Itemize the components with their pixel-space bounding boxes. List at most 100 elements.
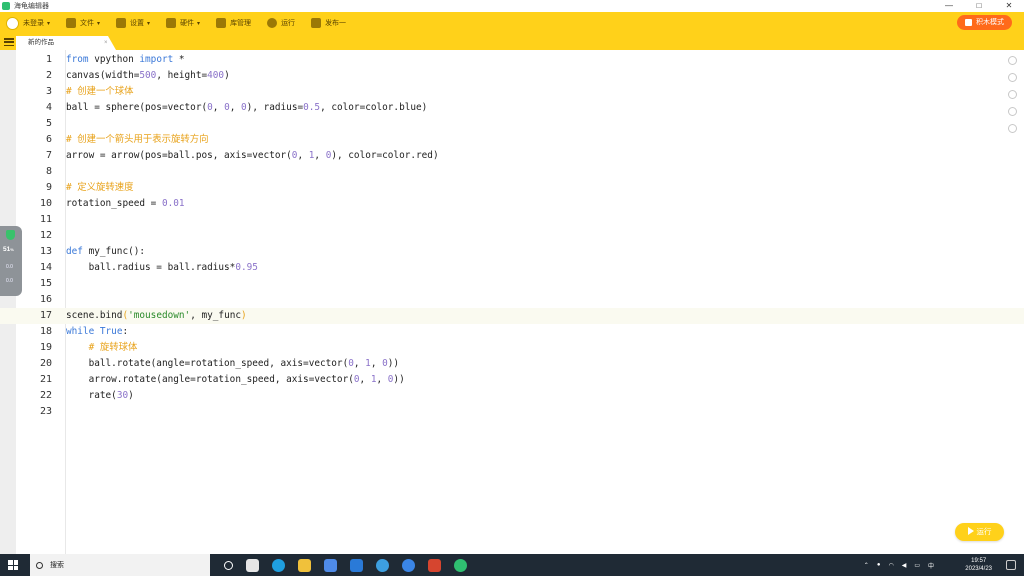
maximize-button[interactable]: □ — [964, 0, 994, 12]
line-number: 9 — [45, 182, 52, 193]
zoom-in-icon[interactable] — [1008, 90, 1017, 99]
taskbar-apps — [224, 558, 480, 572]
code-text[interactable]: ball = sphere(pos=vector(0, 0, 0), radiu… — [66, 100, 427, 116]
run-button[interactable]: 运行 — [955, 523, 1004, 541]
code-line[interactable]: 22 rate(30) — [0, 388, 1024, 404]
clock-date: 2023/4/23 — [965, 566, 992, 572]
code-line[interactable]: 5 — [0, 116, 1024, 132]
download-speed: 0.0 — [6, 278, 13, 284]
code-line[interactable]: 4 ball = sphere(pos=vector(0, 0, 0), radi… — [0, 100, 1024, 116]
code-line[interactable]: 11 — [0, 212, 1024, 228]
mic-icon[interactable]: ● — [877, 562, 881, 568]
code-text[interactable]: from vpython import * — [66, 52, 185, 68]
code-text[interactable]: # 创建一个球体 — [66, 84, 134, 100]
code-text[interactable]: ball.radius = ball.radius*0.95 — [66, 260, 258, 276]
code-line[interactable]: 10 rotation_speed = 0.01 — [0, 196, 1024, 212]
line-number: 7 — [45, 150, 52, 161]
code-line[interactable]: 18 while True: — [0, 324, 1024, 340]
menu-settings[interactable]: 设置 ▾ — [116, 12, 150, 34]
k-app-icon[interactable] — [402, 558, 415, 572]
menu-library-label: 库管理 — [230, 20, 252, 27]
task-view-icon[interactable] — [246, 558, 259, 572]
code-text[interactable]: # 定义旋转速度 — [66, 180, 134, 196]
taskbar-search-input[interactable]: 搜索 — [30, 554, 210, 576]
code-text[interactable]: # 旋转球体 — [66, 340, 138, 356]
powerpoint-icon[interactable] — [428, 558, 441, 572]
system-monitor-widget[interactable]: 51% 0.0 0.0 — [0, 226, 22, 296]
turtle-editor-taskbar-icon[interactable] — [454, 558, 467, 572]
code-text[interactable]: while True: — [66, 324, 128, 340]
code-text[interactable]: rotation_speed = 0.01 — [66, 196, 185, 212]
code-line[interactable]: 20 ball.rotate(angle=rotation_speed, axi… — [0, 356, 1024, 372]
window-title: 海龟编辑器 — [14, 3, 49, 10]
code-line[interactable]: 13 def my_func(): — [0, 244, 1024, 260]
block-mode-button[interactable]: 积木模式 — [957, 15, 1012, 30]
code-text[interactable]: arrow = arrow(pos=ball.pos, axis=vector(… — [66, 148, 439, 164]
menu-library[interactable]: 库管理 — [216, 12, 251, 34]
code-line[interactable]: 3 # 创建一个球体 — [0, 84, 1024, 100]
ime-indicator[interactable]: 中 — [928, 561, 934, 570]
menu-publish[interactable]: 发布一 — [311, 12, 346, 34]
code-line[interactable]: 15 — [0, 276, 1024, 292]
code-text[interactable]: ball.rotate(angle=rotation_speed, axis=v… — [66, 356, 400, 372]
menu-file[interactable]: 文件 ▾ — [66, 12, 100, 34]
code-text[interactable]: # 创建一个箭头用于表示旋转方向 — [66, 132, 209, 148]
line-number: 21 — [39, 374, 52, 385]
title-bar: 海龟编辑器 — □ ✕ — [0, 0, 1024, 12]
line-number: 3 — [45, 86, 52, 97]
store-icon[interactable] — [324, 558, 337, 572]
code-text[interactable]: def my_func(): — [66, 244, 145, 260]
redo-icon[interactable] — [1008, 73, 1017, 82]
edge-browser-icon[interactable] — [272, 558, 285, 572]
chevron-up-icon[interactable]: ⌃ — [864, 562, 869, 569]
menu-run[interactable]: 运行 — [267, 12, 295, 34]
cortana-icon[interactable] — [224, 560, 233, 570]
code-line[interactable]: 8 — [0, 164, 1024, 180]
format-icon[interactable] — [1008, 107, 1017, 116]
code-line[interactable]: 6 # 创建一个箭头用于表示旋转方向 — [0, 132, 1024, 148]
code-line[interactable]: 16 — [0, 292, 1024, 308]
code-text[interactable]: rate(30) — [66, 388, 134, 404]
keyboard-icon[interactable]: ▭ — [914, 562, 920, 569]
close-tab-icon[interactable]: × — [104, 36, 108, 50]
code-text[interactable]: arrow.rotate(angle=rotation_speed, axis=… — [66, 372, 405, 388]
menu-hardware[interactable]: 硬件 ▾ — [166, 12, 200, 34]
code-line[interactable]: 9 # 定义旋转速度 — [0, 180, 1024, 196]
minimize-button[interactable]: — — [934, 0, 964, 12]
menu-icon[interactable] — [4, 38, 14, 46]
code-line[interactable]: 23 — [0, 404, 1024, 420]
code-line[interactable]: 21 arrow.rotate(angle=rotation_speed, ax… — [0, 372, 1024, 388]
code-text[interactable]: scene.bind('mousedown', my_func) — [66, 308, 247, 324]
code-line[interactable]: 12 — [0, 228, 1024, 244]
code-line[interactable]: 1 from vpython import * — [0, 52, 1024, 68]
code-line[interactable]: 14 ball.radius = ball.radius*0.95 — [0, 260, 1024, 276]
search-icon — [36, 561, 43, 569]
network-icon[interactable]: ◠ — [888, 562, 893, 569]
tab-new-work[interactable]: 新的作品 × — [16, 36, 116, 50]
code-line[interactable]: 2 canvas(width=500, height=400) — [0, 68, 1024, 84]
code-editor[interactable]: 1 from vpython import * 2 canvas(width=500,… — [0, 50, 1024, 554]
gear-icon — [116, 18, 127, 28]
menu-bar: 未登录 ▾ 文件 ▾ 设置 ▾ 硬件 ▾ 库管理 运行 发布一 — [0, 12, 1024, 34]
code-text[interactable]: canvas(width=500, height=400) — [66, 68, 230, 84]
line-number: 18 — [39, 326, 52, 337]
notification-icon[interactable] — [1006, 560, 1016, 570]
zoom-out-icon[interactable] — [1008, 124, 1017, 133]
chevron-down-icon: ▾ — [97, 20, 101, 27]
window-controls: — □ ✕ — [934, 0, 1024, 12]
code-line[interactable]: 17 scene.bind('mousedown', my_func) — [0, 308, 1024, 324]
file-explorer-icon[interactable] — [298, 558, 311, 572]
line-number: 16 — [39, 294, 52, 305]
code-line[interactable]: 19 # 旋转球体 — [0, 340, 1024, 356]
windows-start-icon[interactable] — [8, 560, 18, 570]
code-line[interactable]: 7 arrow = arrow(pos=ball.pos, axis=vector… — [0, 148, 1024, 164]
menu-login[interactable]: 未登录 ▾ — [6, 12, 50, 34]
run-button-label: 运行 — [976, 527, 992, 536]
mail-icon[interactable] — [350, 558, 363, 572]
menu-file-label: 文件 — [80, 20, 95, 27]
volume-icon[interactable]: ◀ — [902, 562, 907, 569]
close-button[interactable]: ✕ — [994, 0, 1024, 12]
taskbar-clock[interactable]: 19:57 2023/4/23 — [965, 557, 992, 573]
undo-icon[interactable] — [1008, 56, 1017, 65]
internet-explorer-icon[interactable] — [376, 558, 389, 572]
